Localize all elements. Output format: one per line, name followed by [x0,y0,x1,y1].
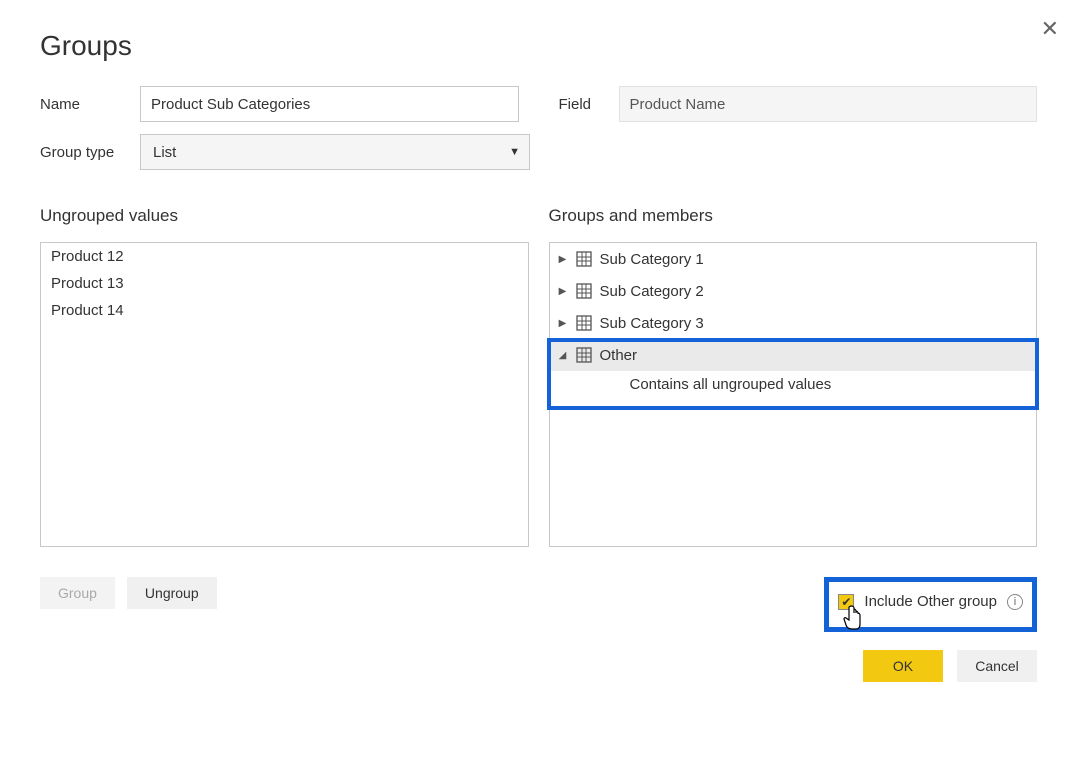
dialog-title: Groups [40,30,1037,62]
group-type-select[interactable] [140,134,530,170]
chevron-right-icon: ▶ [558,254,568,265]
close-icon: ✕ [1041,16,1059,41]
tree-row-other[interactable]: ◢ Other [550,339,1037,371]
name-label: Name [40,96,140,113]
tree-row-label: Sub Category 1 [600,251,704,268]
tree-row-label: Other [600,347,638,364]
field-input [619,86,1038,122]
info-icon[interactable]: i [1007,594,1023,610]
table-icon [576,315,592,331]
group-button[interactable]: Group [40,577,115,609]
name-field-group: Name [40,86,519,122]
groups-column: Groups and members ▶ Sub Category 1 ▶ Su… [549,206,1038,547]
groups-dialog: ✕ Groups Name Field Group type ▼ Ungroup… [0,0,1077,702]
ungrouped-column: Ungrouped values Product 12 Product 13 P… [40,206,529,547]
check-icon: ✔ [841,595,851,609]
chevron-right-icon: ▶ [558,286,568,297]
tree-row-subcategory2[interactable]: ▶ Sub Category 2 [550,275,1037,307]
list-item[interactable]: Product 12 [41,243,528,270]
cancel-button[interactable]: Cancel [957,650,1037,682]
name-input[interactable] [140,86,519,122]
groups-tree[interactable]: ▶ Sub Category 1 ▶ Sub Category 2 ▶ [549,242,1038,547]
close-button[interactable]: ✕ [1041,18,1059,40]
table-icon [576,251,592,267]
table-icon [576,283,592,299]
list-item[interactable]: Product 14 [41,297,528,324]
ungrouped-listbox[interactable]: Product 12 Product 13 Product 14 [40,242,529,547]
groups-heading: Groups and members [549,206,1038,226]
group-type-label: Group type [40,144,140,161]
chevron-right-icon: ▶ [558,318,568,329]
tree-row-subcategory3[interactable]: ▶ Sub Category 3 [550,307,1037,339]
tree-row-subcategory1[interactable]: ▶ Sub Category 1 [550,243,1037,275]
list-item[interactable]: Product 13 [41,270,528,297]
include-other-label: Include Other group [864,593,997,610]
tree-row-label: Sub Category 2 [600,283,704,300]
field-field-group: Field [559,86,1038,122]
field-label: Field [559,96,619,113]
tree-row-label: Sub Category 3 [600,315,704,332]
ungrouped-heading: Ungrouped values [40,206,529,226]
ungroup-button[interactable]: Ungroup [127,577,217,609]
tree-child-other: Contains all ungrouped values [550,371,1037,398]
include-other-checkbox[interactable]: ✔ [838,594,854,610]
ok-button[interactable]: OK [863,650,943,682]
table-icon [576,347,592,363]
include-other-group: ✔ Include Other group i [824,577,1037,632]
chevron-down-icon: ◢ [558,350,568,361]
